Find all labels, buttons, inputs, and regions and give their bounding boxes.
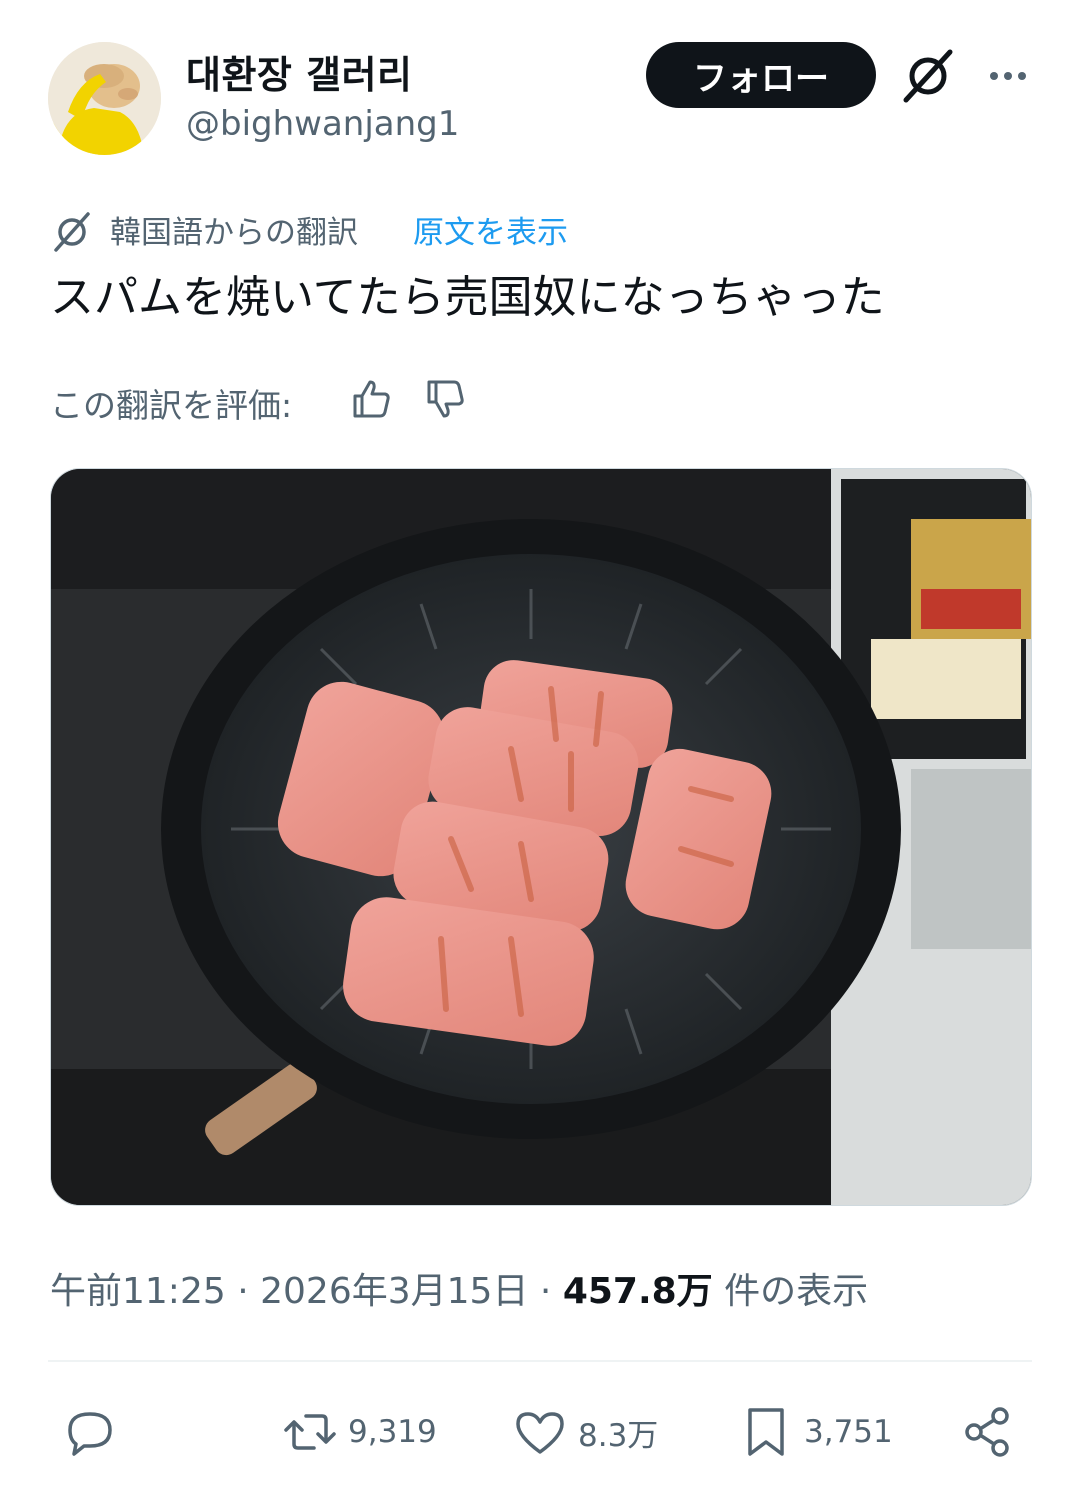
tweet-time[interactable]: 午前11:25	[50, 1271, 226, 1312]
like-count: 8.3万	[578, 1417, 659, 1454]
heart-icon	[516, 1412, 564, 1454]
grok-icon[interactable]	[900, 48, 956, 104]
show-original-link[interactable]: 原文を表示	[413, 207, 568, 252]
like-button[interactable]: 8.3万	[512, 1400, 658, 1464]
avatar-image	[48, 42, 161, 155]
follow-button[interactable]: フォロー	[646, 42, 876, 108]
tweet-text: スパムを焼いてたら売国奴になっちゃった	[50, 272, 885, 323]
share-button[interactable]	[960, 1400, 1016, 1464]
retweet-count: 9,319	[348, 1414, 437, 1450]
bookmark-count: 3,751	[804, 1414, 893, 1450]
tweet-date[interactable]: 2026年3月15日	[260, 1271, 528, 1312]
view-label: 件の表示	[724, 1271, 869, 1312]
reply-icon	[68, 1412, 112, 1456]
reply-button[interactable]	[62, 1400, 118, 1464]
thumb-down-icon[interactable]	[424, 378, 466, 420]
tweet-meta: 午前11:25 · 2026年3月15日 · 457.8万 件の表示	[50, 1262, 868, 1314]
tweet-photo[interactable]	[50, 468, 1032, 1206]
retweet-icon	[284, 1414, 336, 1450]
avatar[interactable]	[48, 42, 161, 155]
meta-separator-2: ·	[539, 1271, 552, 1312]
translated-from-label: 韓国語からの翻訳	[110, 215, 358, 251]
share-icon	[965, 1407, 1009, 1457]
user-handle[interactable]: @bighwanjang1	[186, 104, 459, 144]
bookmark-button[interactable]: 3,751	[738, 1400, 893, 1464]
translate-icon	[50, 210, 94, 254]
bookmark-icon	[748, 1408, 784, 1456]
spam-frying-pan-photo	[51, 469, 1031, 1205]
retweet-button[interactable]: 9,319	[282, 1400, 437, 1464]
divider	[48, 1360, 1032, 1362]
display-name[interactable]: 대환장 갤러리	[186, 44, 413, 99]
more-icon[interactable]	[984, 52, 1032, 100]
meta-separator: ·	[237, 1271, 249, 1312]
view-count: 457.8万	[562, 1271, 713, 1312]
rate-translation-label: この翻訳を評価:	[50, 386, 293, 425]
thumb-up-icon[interactable]	[350, 378, 392, 420]
